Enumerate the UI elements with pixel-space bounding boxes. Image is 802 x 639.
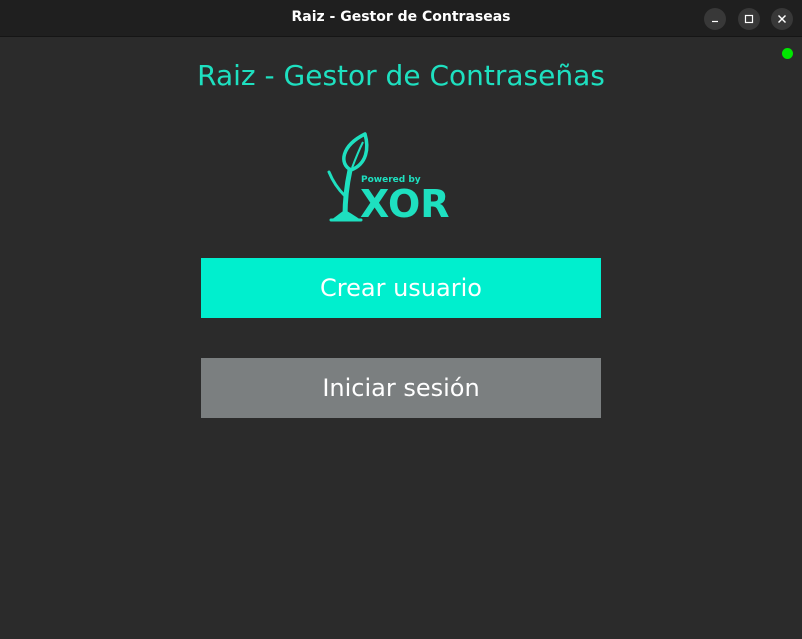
minimize-icon	[712, 20, 718, 23]
maximize-button[interactable]	[738, 8, 760, 30]
xor-logo: Powered by XOR	[325, 128, 465, 228]
app-window: Raiz - Gestor de Contraseas Raiz - Gesto…	[0, 0, 802, 639]
window-title: Raiz - Gestor de Contraseas	[291, 9, 511, 25]
status-indicator	[782, 48, 793, 59]
maximize-icon	[744, 14, 754, 24]
window-titlebar[interactable]: Raiz - Gestor de Contraseas	[0, 0, 802, 37]
close-button[interactable]	[771, 8, 793, 30]
create-user-button[interactable]: Crear usuario	[201, 258, 601, 318]
minimize-button[interactable]	[704, 8, 726, 30]
logo-brand: XOR	[360, 182, 450, 226]
close-icon	[778, 15, 786, 23]
app-heading: Raiz - Gestor de Contraseñas	[197, 59, 605, 92]
login-button[interactable]: Iniciar sesión	[201, 358, 601, 418]
